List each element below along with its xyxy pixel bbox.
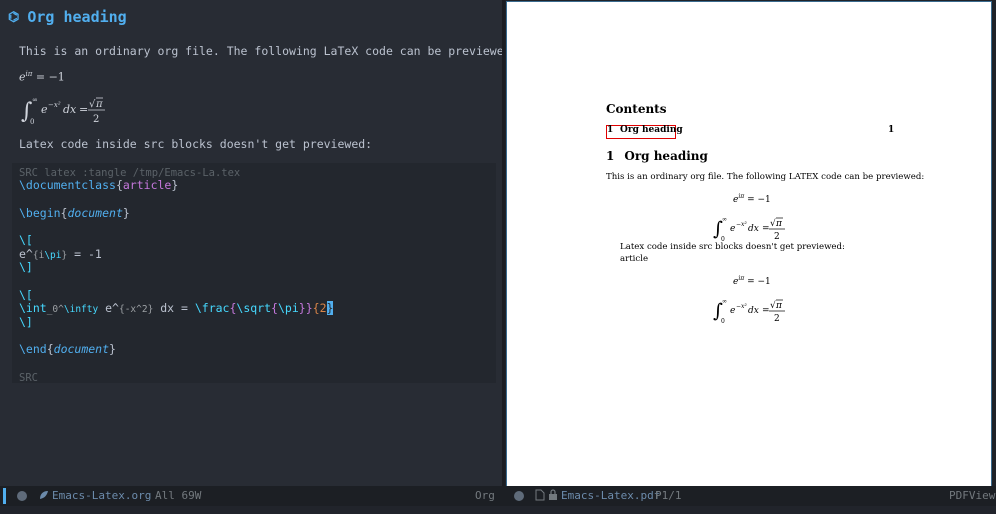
svg-text:2: 2 <box>774 314 780 324</box>
right-major-mode[interactable]: PDFView <box>949 489 995 502</box>
svg-text:dx: dx <box>748 224 759 234</box>
pdf-file-icon <box>535 489 545 504</box>
svg-text:∞: ∞ <box>722 298 727 305</box>
src-line-math-close-1[interactable]: \] <box>19 260 33 274</box>
src-line-math-close-2[interactable]: \] <box>19 315 33 329</box>
toc-entry-num[interactable]: 1 <box>607 125 613 135</box>
echo-area[interactable] <box>0 506 996 514</box>
src-line-integral[interactable]: \int_0^\infty e^{-x^2} dx = \frac{\sqrt{… <box>19 301 334 315</box>
src-line-math-open-2[interactable]: \[ <box>19 288 33 302</box>
svg-text:−x²: −x² <box>48 101 61 109</box>
org-mode-icon <box>38 489 50 504</box>
svg-text:∞: ∞ <box>32 96 38 104</box>
pdf-buffer-state-icon <box>514 491 524 501</box>
svg-text:∞: ∞ <box>722 216 727 223</box>
svg-text:π: π <box>95 99 103 110</box>
pdf-contents-title: Contents <box>606 102 667 116</box>
pdf-euler-formula-2: eiπ = −1 <box>733 275 771 287</box>
right-buffer-filename[interactable]: Emacs-Latex.pdf <box>561 489 660 502</box>
svg-text:2: 2 <box>774 232 780 242</box>
left-major-mode[interactable]: Org <box>475 489 495 502</box>
src-line-end[interactable]: \end{document} <box>19 342 116 356</box>
pdf-note-line: Latex code inside src blocks doesn't get… <box>620 242 845 252</box>
pdf-page[interactable]: Contents 1 Org heading 1 1 Org heading Th… <box>506 1 992 487</box>
left-buffer-filename[interactable]: Emacs-Latex.org <box>52 489 151 502</box>
active-window-indicator <box>3 488 6 504</box>
svg-text:0: 0 <box>721 318 725 324</box>
right-page-indicator: P1/1 <box>655 489 682 502</box>
org-buffer-window[interactable]: ⌬ Org heading This is an ordinary org fi… <box>0 0 502 486</box>
svg-text:dx: dx <box>748 306 759 316</box>
svg-text:0: 0 <box>30 118 34 126</box>
src-line-begin[interactable]: \begin{document} <box>19 206 130 220</box>
pdf-article-word: article <box>620 254 649 264</box>
src-line-math-open-1[interactable]: \[ <box>19 233 33 247</box>
svg-text:π: π <box>775 301 783 311</box>
src-block-header: SRC latex :tangle /tmp/Emacs-La.tex <box>19 167 241 179</box>
svg-text:π: π <box>775 219 783 229</box>
src-block-footer: SRC <box>19 372 38 384</box>
src-line-euler[interactable]: e^{i\pi} = -1 <box>19 247 102 261</box>
pdf-paragraph: This is an ordinary org file. The follow… <box>606 172 925 182</box>
svg-text:=: = <box>762 224 770 234</box>
src-line-documentclass[interactable]: \documentclass{article} <box>19 178 178 192</box>
heading-bullet-icon: ⌬ <box>8 9 20 25</box>
svg-text:=: = <box>762 306 770 316</box>
svg-text:dx: dx <box>63 103 77 116</box>
svg-text:e: e <box>41 103 48 116</box>
svg-text:e: e <box>730 224 735 234</box>
left-buffer-position: All 69W <box>155 489 202 502</box>
pdf-euler-formula: eiπ = −1 <box>733 193 771 205</box>
pdf-section-heading: 1 Org heading <box>606 149 708 163</box>
svg-text:e: e <box>730 306 735 316</box>
org-note: Latex code inside src blocks doesn't get… <box>19 137 373 151</box>
toc-entry-page: 1 <box>888 125 895 135</box>
org-heading-text: Org heading <box>27 8 127 26</box>
org-paragraph: This is an ordinary org file. The follow… <box>19 44 502 58</box>
modeline: Emacs-Latex.org All 69W Org Emacs-Latex.… <box>0 486 996 506</box>
latex-preview-integral: ∫ ∞ 0 e −x² dx = √ π 2 <box>19 94 129 130</box>
pdf-integral-formula-2: ∫ ∞ 0 e −x² dx = √ π 2 <box>712 296 794 328</box>
toc-entry-label[interactable]: Org heading <box>620 125 683 135</box>
svg-text:2: 2 <box>93 114 99 125</box>
svg-text:−x²: −x² <box>736 221 747 228</box>
lock-icon <box>548 489 558 504</box>
svg-text:√: √ <box>89 99 96 110</box>
org-heading[interactable]: ⌬ Org heading <box>8 6 127 28</box>
svg-text:=: = <box>79 103 88 116</box>
latex-logo: LATEX <box>788 172 819 182</box>
text-cursor: } <box>326 301 334 315</box>
latex-preview-euler: eiπ = −1 <box>19 70 65 84</box>
buffer-state-icon <box>17 491 27 501</box>
svg-text:−x²: −x² <box>736 303 747 310</box>
